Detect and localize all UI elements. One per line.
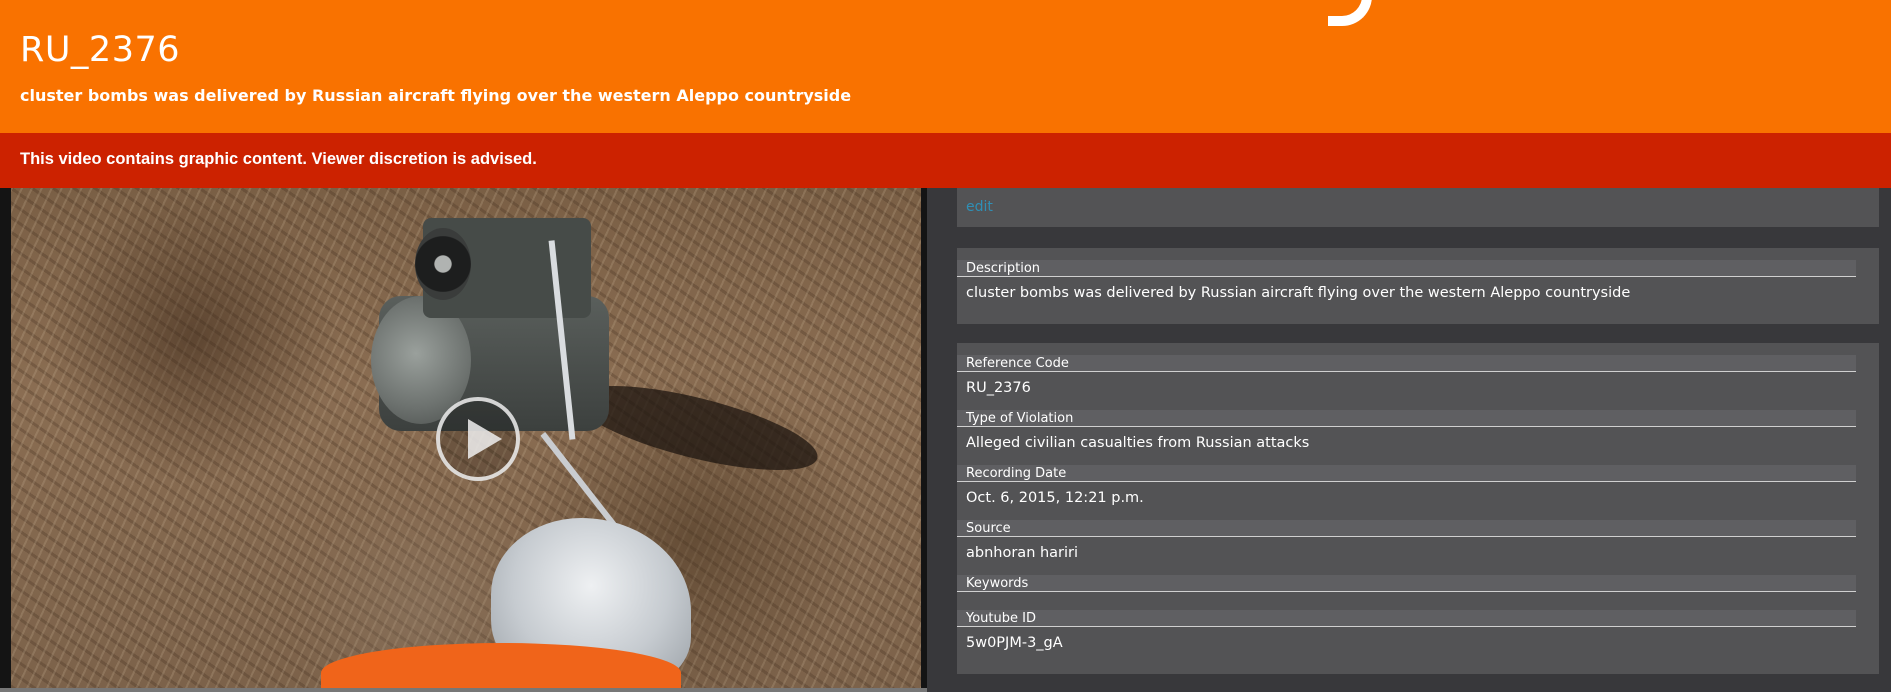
edit-link[interactable]: edit xyxy=(966,199,993,215)
page-title: RU_2376 xyxy=(20,30,181,70)
keywords-label: Keywords xyxy=(957,575,1856,592)
reference-code-value: RU_2376 xyxy=(966,380,1031,396)
recording-date-value: Oct. 6, 2015, 12:21 p.m. xyxy=(966,490,1144,506)
warning-text: This video contains graphic content. Vie… xyxy=(20,150,537,168)
youtube-id-label: Youtube ID xyxy=(957,610,1856,627)
source-label: Source xyxy=(957,520,1856,537)
recording-date-label: Recording Date xyxy=(957,465,1856,482)
edit-card xyxy=(957,188,1879,227)
page-header: RU_2376 cluster bombs was delivered by R… xyxy=(0,0,1891,133)
play-button[interactable] xyxy=(436,397,520,481)
graphic-content-warning: This video contains graphic content. Vie… xyxy=(0,133,1891,188)
violation-type-value: Alleged civilian casualties from Russian… xyxy=(966,435,1310,451)
violation-type-label: Type of Violation xyxy=(957,410,1856,427)
video-thumbnail[interactable] xyxy=(11,188,921,688)
header-logo-fragment xyxy=(1328,0,1372,26)
reference-code-label: Reference Code xyxy=(957,355,1856,372)
page-subtitle: cluster bombs was delivered by Russian a… xyxy=(20,86,852,105)
source-value: abnhoran hariri xyxy=(966,545,1079,561)
description-value: cluster bombs was delivered by Russian a… xyxy=(966,285,1631,301)
video-player[interactable] xyxy=(0,188,927,692)
video-bottom-bar xyxy=(0,688,927,692)
thumbnail-device-wheel xyxy=(415,228,471,300)
youtube-id-value: 5w0PJM-3_gA xyxy=(966,635,1063,651)
play-icon xyxy=(468,419,502,459)
description-label: Description xyxy=(957,260,1856,277)
